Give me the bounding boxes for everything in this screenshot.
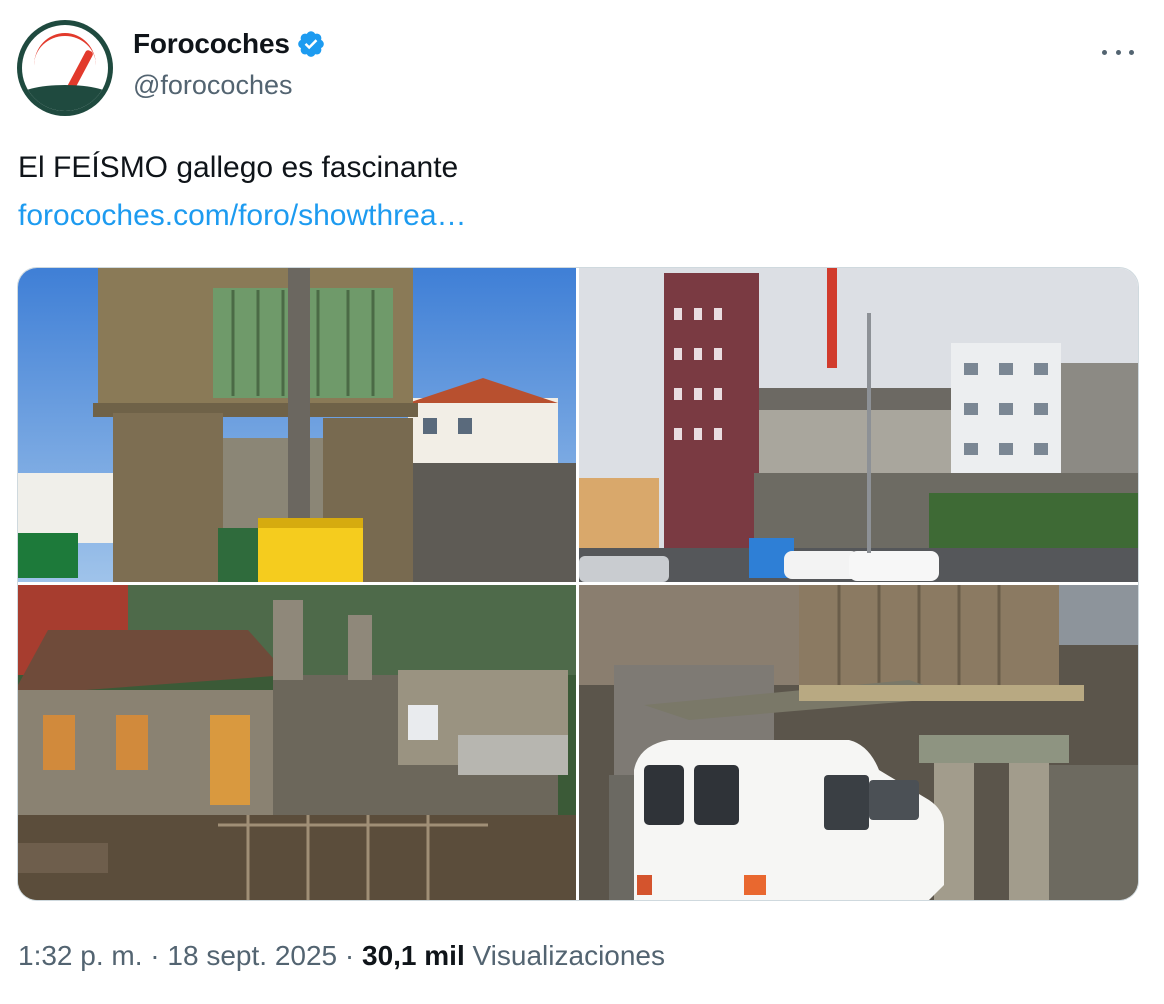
- views-label: Visualizaciones: [465, 940, 666, 971]
- tweet-time[interactable]: 1:32 p. m.: [18, 940, 143, 971]
- author-name-row: Forocoches: [133, 28, 326, 60]
- author-display-name[interactable]: Forocoches: [133, 28, 290, 60]
- tweet-link[interactable]: forocoches.com/foro/showthrea…: [18, 198, 467, 234]
- meta-separator: ·: [337, 940, 362, 971]
- views-label-text: Visualizaciones: [472, 940, 666, 971]
- author-avatar[interactable]: [17, 20, 113, 116]
- views-count: 30,1 mil: [362, 940, 465, 971]
- photo-narrow-brick-building[interactable]: [579, 268, 1138, 582]
- tweet-text: El FEÍSMO gallego es fascinante: [18, 151, 459, 184]
- meta-separator: ·: [142, 940, 168, 971]
- media-grid: [17, 267, 1139, 901]
- photo-white-van-under-horreo[interactable]: [579, 585, 1138, 900]
- tweet-date[interactable]: 18 sept. 2025: [167, 940, 337, 971]
- verified-badge-icon: [297, 31, 324, 57]
- photo-horreo-stone-granary[interactable]: [18, 268, 576, 582]
- more-options-icon[interactable]: [1098, 38, 1138, 66]
- tweet-meta: 1:32 p. m. · 18 sept. 2025 · 30,1 mil Vi…: [18, 940, 665, 972]
- author-handle[interactable]: @forocoches: [133, 70, 292, 101]
- forocoches-logo-icon: [22, 25, 108, 111]
- photo-old-stone-houses[interactable]: [18, 585, 576, 900]
